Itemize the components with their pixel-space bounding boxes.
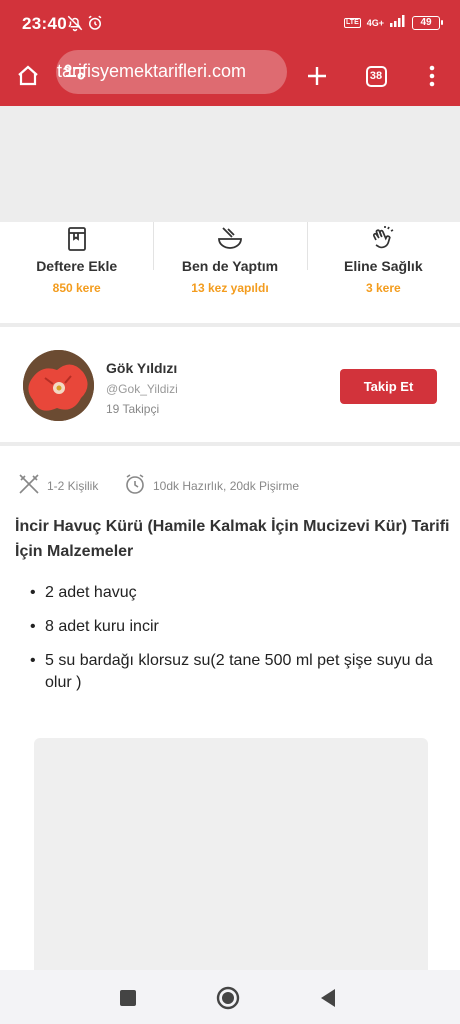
clap-icon bbox=[307, 224, 460, 254]
home-icon bbox=[18, 65, 38, 86]
circle-icon bbox=[216, 986, 240, 1010]
status-time: 23:40 bbox=[22, 14, 67, 33]
back-triangle-icon bbox=[321, 989, 335, 1007]
image-placeholder bbox=[34, 738, 428, 978]
recipe-meta: 1-2 Kişilik 10dk Hazırlık, 20dk Pişirme bbox=[17, 472, 447, 498]
more-vert-icon bbox=[429, 65, 435, 87]
action-count: 3 kere bbox=[365, 281, 401, 295]
menu-button[interactable] bbox=[412, 56, 452, 96]
status-bar: 23:40 LTE 4G+ 49 bbox=[0, 0, 460, 46]
utensils-icon bbox=[17, 472, 41, 499]
time-info: 10dk Hazırlık, 20dk Pişirme bbox=[123, 472, 299, 499]
ingredients-heading: İncir Havuç Kürü (Hamile Kalmak İçin Muc… bbox=[15, 518, 450, 560]
author-name[interactable]: Gök Yıldızı bbox=[106, 360, 177, 376]
recipe-actions: Deftere Ekle 850 kere Ben de Yaptım 13 k… bbox=[0, 222, 460, 322]
recents-button[interactable] bbox=[114, 984, 142, 1012]
bell-off-icon bbox=[66, 14, 84, 37]
new-tab-button[interactable] bbox=[297, 56, 337, 96]
applause-button[interactable]: Eline Sağlık 3 kere bbox=[306, 222, 460, 322]
volte-badge: LTE bbox=[344, 18, 361, 28]
battery-indicator: 49 bbox=[412, 16, 443, 30]
author-followers: 19 Takipçi bbox=[106, 402, 160, 416]
ingredient-item: 2 adet havuç bbox=[30, 582, 440, 604]
signal-icon bbox=[390, 14, 406, 32]
action-label: Eline Sağlık bbox=[344, 258, 423, 274]
cooked-it-button[interactable]: Ben de Yaptım 13 kez yapıldı bbox=[153, 222, 306, 322]
add-to-notebook-button[interactable]: Deftere Ekle 850 kere bbox=[0, 222, 153, 322]
status-indicators: LTE 4G+ 49 bbox=[344, 14, 443, 32]
network-type: 4G+ bbox=[366, 17, 384, 28]
section-divider bbox=[0, 442, 460, 446]
ingredient-item: 5 su bardağı klorsuz su(2 tane 500 ml pe… bbox=[30, 650, 440, 694]
author-avatar[interactable] bbox=[23, 350, 94, 421]
system-nav-bar bbox=[0, 970, 460, 1024]
author-handle: @Gok_Yildizi bbox=[106, 382, 178, 396]
servings-info: 1-2 Kişilik bbox=[17, 472, 98, 499]
section-divider bbox=[0, 323, 460, 327]
follow-button[interactable]: Takip Et bbox=[340, 369, 437, 404]
tab-switcher-button[interactable]: 38 bbox=[356, 56, 396, 96]
ad-placeholder-top bbox=[0, 106, 460, 222]
servings-text: 1-2 Kişilik bbox=[47, 478, 99, 493]
time-text: 10dk Hazırlık, 20dk Pişirme bbox=[153, 478, 300, 493]
home-button[interactable] bbox=[8, 56, 48, 96]
alarm-icon bbox=[86, 14, 104, 37]
ingredient-item: 8 adet kuru incir bbox=[30, 616, 440, 638]
notebook-icon bbox=[0, 224, 153, 254]
home-nav-button[interactable] bbox=[214, 984, 242, 1012]
back-button[interactable] bbox=[314, 984, 342, 1012]
ingredient-list: 2 adet havuç 8 adet kuru incir 5 su bard… bbox=[30, 582, 440, 706]
action-count: 850 kere bbox=[52, 281, 101, 295]
url-text: tarifisyemektarifleri.com bbox=[57, 61, 247, 81]
plus-icon bbox=[308, 67, 326, 85]
clock-icon bbox=[123, 472, 147, 499]
bowl-whisk-icon bbox=[153, 224, 306, 254]
tab-count: 38 bbox=[365, 65, 387, 87]
address-bar[interactable]: tarifisyemektarifleri.com bbox=[56, 50, 287, 94]
author-card: Gök Yıldızı @Gok_Yildizi 19 Takipçi Taki… bbox=[0, 330, 460, 444]
action-count: 13 kez yapıldı bbox=[191, 281, 269, 295]
square-icon bbox=[120, 990, 136, 1006]
action-label: Ben de Yaptım bbox=[181, 258, 279, 274]
action-label: Deftere Ekle bbox=[36, 258, 118, 274]
browser-toolbar: tarifisyemektarifleri.com 38 bbox=[0, 46, 460, 106]
